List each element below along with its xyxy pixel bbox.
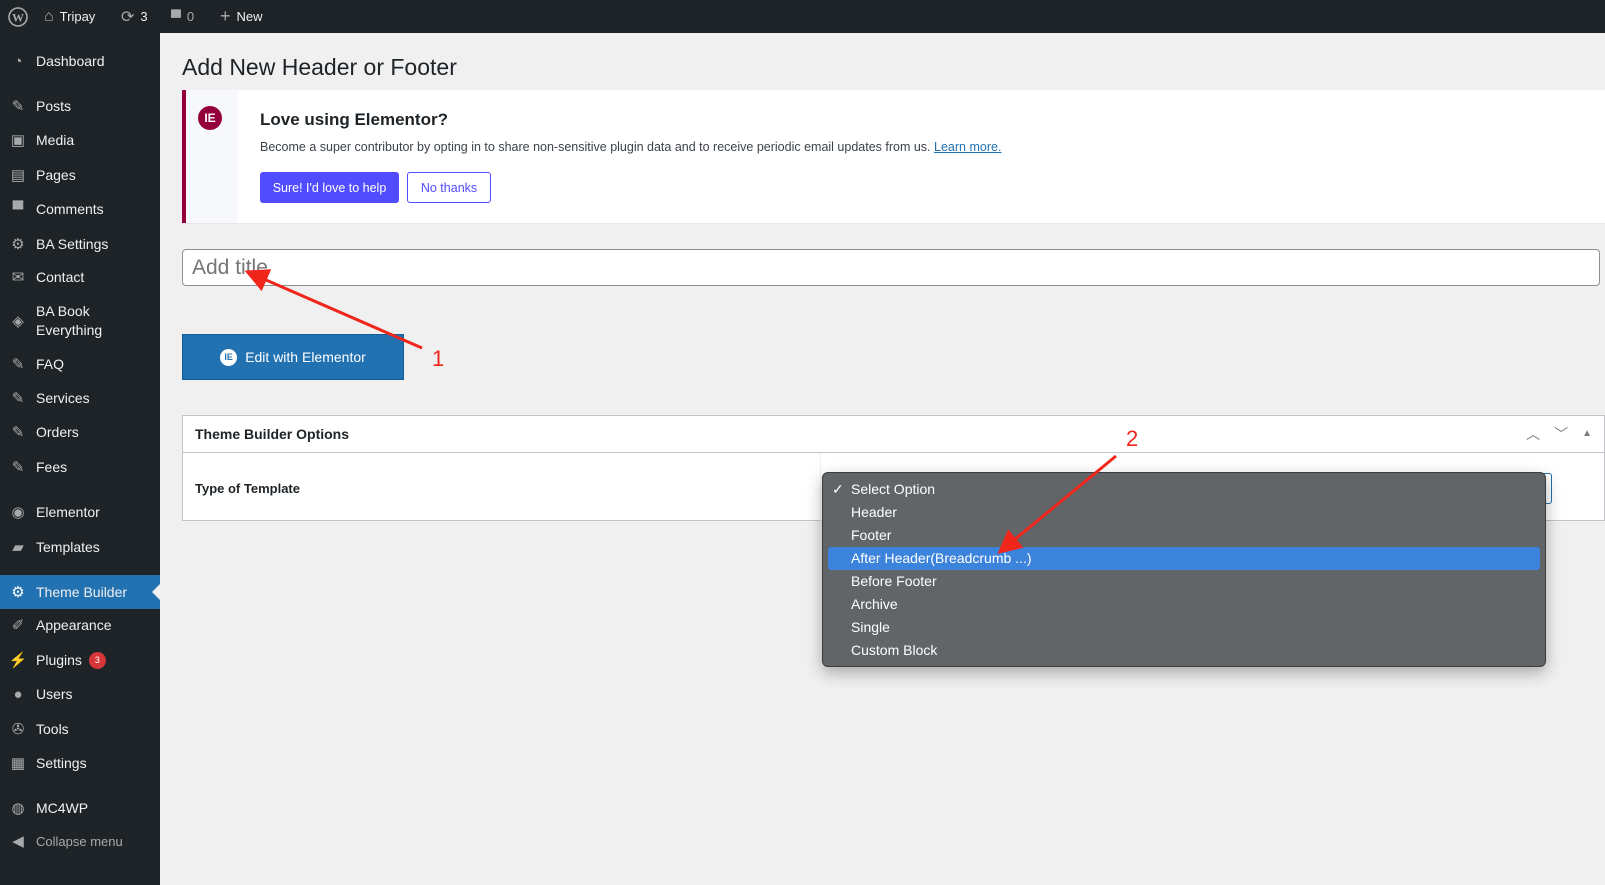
arrow-2 — [997, 454, 1117, 554]
annotation-arrows — [244, 269, 1117, 554]
arrow-1 — [244, 269, 423, 350]
annotation-2: 2 — [1126, 426, 1139, 451]
annotation-1: 1 — [432, 346, 445, 371]
